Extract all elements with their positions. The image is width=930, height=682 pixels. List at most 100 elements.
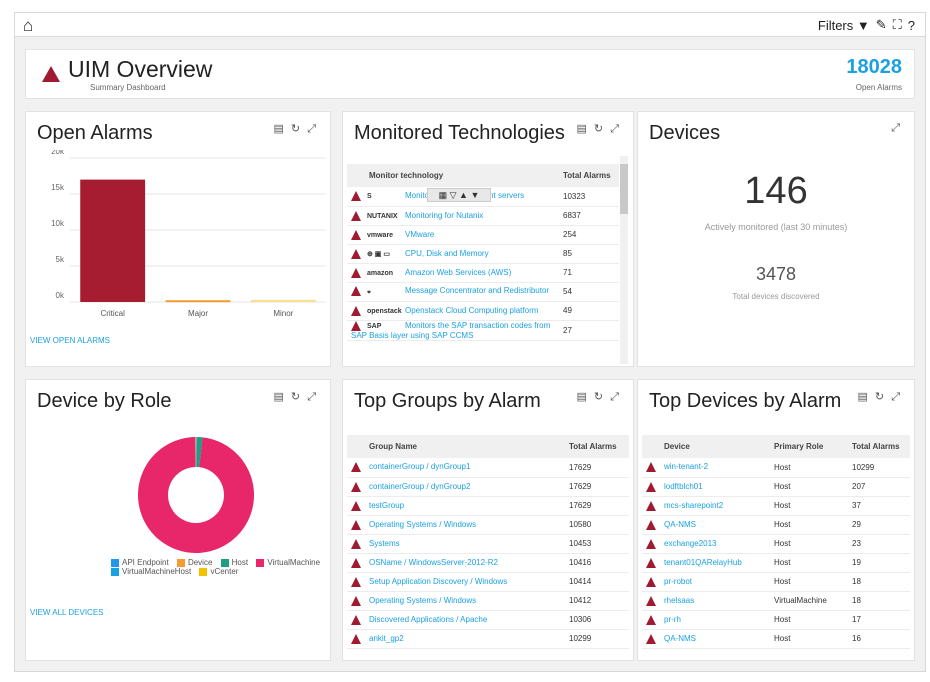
device-name-link[interactable]: exchange2013 [664, 539, 717, 548]
open-alarms-label: Open Alarms [855, 83, 902, 92]
export-icon[interactable]: ▤ [576, 123, 588, 135]
legend-item[interactable]: VirtualMachineHost [111, 567, 191, 576]
legend-item[interactable]: API Endpoint [111, 558, 169, 567]
group-name-link[interactable]: containerGroup / dynGroup1 [369, 462, 470, 471]
scrollbar[interactable] [620, 156, 628, 364]
group-name-link[interactable]: Setup Application Discovery / Windows [369, 577, 507, 586]
device-role-title: Device by Role [37, 390, 172, 412]
group-name-link[interactable]: containerGroup / dynGroup2 [369, 482, 470, 491]
group-cell: containerGroup / dynGroup1 [347, 458, 565, 478]
table-row: win-tenant-2 Host 10299 [642, 458, 910, 478]
tech-name-link[interactable]: Openstack Cloud Computing platform [405, 306, 538, 315]
group-name-link[interactable]: OSName / WindowsServer-2012-R2 [369, 558, 498, 567]
col-primary-role[interactable]: Primary Role [770, 435, 848, 458]
group-name-link[interactable]: Operating Systems / Windows [369, 520, 476, 529]
alarm-icon [351, 519, 361, 530]
expand-icon[interactable]: ⤢ [891, 391, 902, 403]
column-toolbar[interactable]: ▦ ▽ ▲ ▼ [427, 188, 491, 202]
tech-name-link[interactable]: Amazon Web Services (AWS) [405, 268, 511, 277]
group-cell: Systems [347, 534, 565, 554]
table-row: ⌖ Message Concentrator and Redistributor 5… [347, 282, 619, 302]
tech-name-link[interactable]: CPU, Disk and Memory [405, 249, 489, 258]
group-name-link[interactable]: ankit_gp2 [369, 634, 404, 643]
monitored-technologies-title: Monitored Technologies [354, 122, 565, 144]
device-name-link[interactable]: lodftblch01 [664, 482, 703, 491]
export-icon[interactable]: ▤ [273, 391, 285, 403]
device-cell: rhelsaas [642, 591, 770, 611]
alarm-total: 27 [559, 320, 619, 341]
filters-button[interactable]: Filters ▼ [818, 18, 870, 33]
device-name-link[interactable]: pr-rh [664, 615, 681, 624]
bar-minor[interactable] [250, 299, 316, 302]
fullscreen-icon[interactable]: ⛶ [893, 17, 902, 33]
scrollbar-thumb[interactable] [620, 164, 628, 214]
refresh-icon[interactable]: ↻ [594, 123, 605, 135]
refresh-icon[interactable]: ↻ [291, 391, 302, 403]
bar-critical[interactable] [80, 179, 146, 302]
alarm-icon [351, 538, 361, 549]
device-role: Host [770, 572, 848, 592]
view-all-devices-link[interactable]: VIEW ALL DEVICES [30, 608, 104, 617]
panel-actions: ▤ ↻ ⤢ [576, 390, 621, 404]
col-device[interactable]: Device [642, 435, 770, 458]
view-open-alarms-link[interactable]: VIEW OPEN ALARMS [30, 336, 110, 345]
export-icon[interactable]: ▤ [857, 391, 869, 403]
refresh-icon[interactable]: ↻ [291, 123, 302, 135]
home-icon[interactable]: ⌂ [23, 16, 33, 36]
alarm-icon [646, 481, 656, 492]
tech-name-link[interactable]: Message Concentrator and Redistributor [405, 287, 549, 296]
legend-item[interactable]: VirtualMachine [256, 558, 320, 567]
device-name-link[interactable]: QA-NMS [664, 634, 696, 643]
export-icon[interactable]: ▤ [576, 391, 588, 403]
col-total-alarms[interactable]: Total Alarms [559, 164, 619, 187]
device-name-link[interactable]: rhelsaas [664, 596, 694, 605]
alarm-icon [351, 633, 361, 644]
alarm-icon [351, 305, 361, 316]
open-alarms-chart: 0k 5k 10k 15k 20k Critical Major Minor [51, 150, 326, 318]
alarm-total: 17629 [565, 496, 629, 516]
refresh-icon[interactable]: ↻ [594, 391, 605, 403]
device-name-link[interactable]: pr-robot [664, 577, 692, 586]
table-row: containerGroup / dynGroup2 17629 [347, 477, 629, 497]
device-name-link[interactable]: QA-NMS [664, 520, 696, 529]
expand-icon[interactable]: ⤢ [610, 391, 621, 403]
refresh-icon[interactable]: ↻ [875, 391, 886, 403]
group-name-link[interactable]: Operating Systems / Windows [369, 596, 476, 605]
expand-icon[interactable]: ⤢ [307, 123, 318, 135]
legend-item[interactable]: Device [176, 558, 213, 567]
table-row: Operating Systems / Windows 10580 [347, 515, 629, 535]
tech-name-link[interactable]: VMware [405, 230, 434, 239]
tech-name-link[interactable]: Monitoring for Nutanix [405, 211, 483, 220]
col-total-alarms[interactable]: Total Alarms [565, 435, 629, 458]
expand-icon[interactable]: ⤢ [610, 123, 621, 135]
device-name-link[interactable]: win-tenant-2 [664, 462, 708, 471]
col-group-name[interactable]: Group Name [347, 435, 565, 458]
device-name-link[interactable]: tenant01QARelayHub [664, 558, 742, 567]
export-icon[interactable]: ▤ [273, 123, 285, 135]
group-name-link[interactable]: testGroup [369, 501, 404, 510]
help-icon[interactable]: ? [908, 18, 915, 33]
device-cell: pr-rh [642, 610, 770, 630]
device-role: Host [770, 534, 848, 554]
group-name-link[interactable]: Discovered Applications / Apache [369, 615, 487, 624]
legend-label: Device [187, 558, 213, 567]
legend-item[interactable]: vCenter [199, 567, 238, 576]
expand-icon[interactable]: ⤢ [307, 391, 318, 403]
panel-actions: ▤ ↻ ⤢ [857, 390, 902, 404]
group-name-link[interactable]: Systems [369, 539, 400, 548]
col-monitor-technology[interactable]: Monitor technology [347, 164, 559, 187]
expand-icon[interactable]: ⤢ [891, 122, 902, 135]
bar-major[interactable] [165, 300, 231, 303]
table-row: pr-robot Host 18 [642, 572, 910, 592]
legend-item[interactable]: Host [220, 558, 248, 567]
dashboard: ⌂ Filters ▼ ✎ ⛶ ? UIM Overview Summary D… [14, 12, 926, 672]
open-alarms-count[interactable]: 18028 [846, 56, 902, 79]
alarm-icon [646, 595, 656, 606]
col-total-alarms[interactable]: Total Alarms [848, 435, 910, 458]
top-devices-panel: Top Devices by Alarm ▤ ↻ ⤢ Device Primar… [637, 379, 915, 661]
table-row: SAP Monitors the SAP transaction codes fr… [347, 320, 619, 341]
device-name-link[interactable]: mcs-sharepoint2 [664, 501, 723, 510]
table-row: lodftblch01 Host 207 [642, 477, 910, 497]
edit-icon[interactable]: ✎ [876, 17, 887, 33]
alarm-total: 10453 [565, 534, 629, 554]
